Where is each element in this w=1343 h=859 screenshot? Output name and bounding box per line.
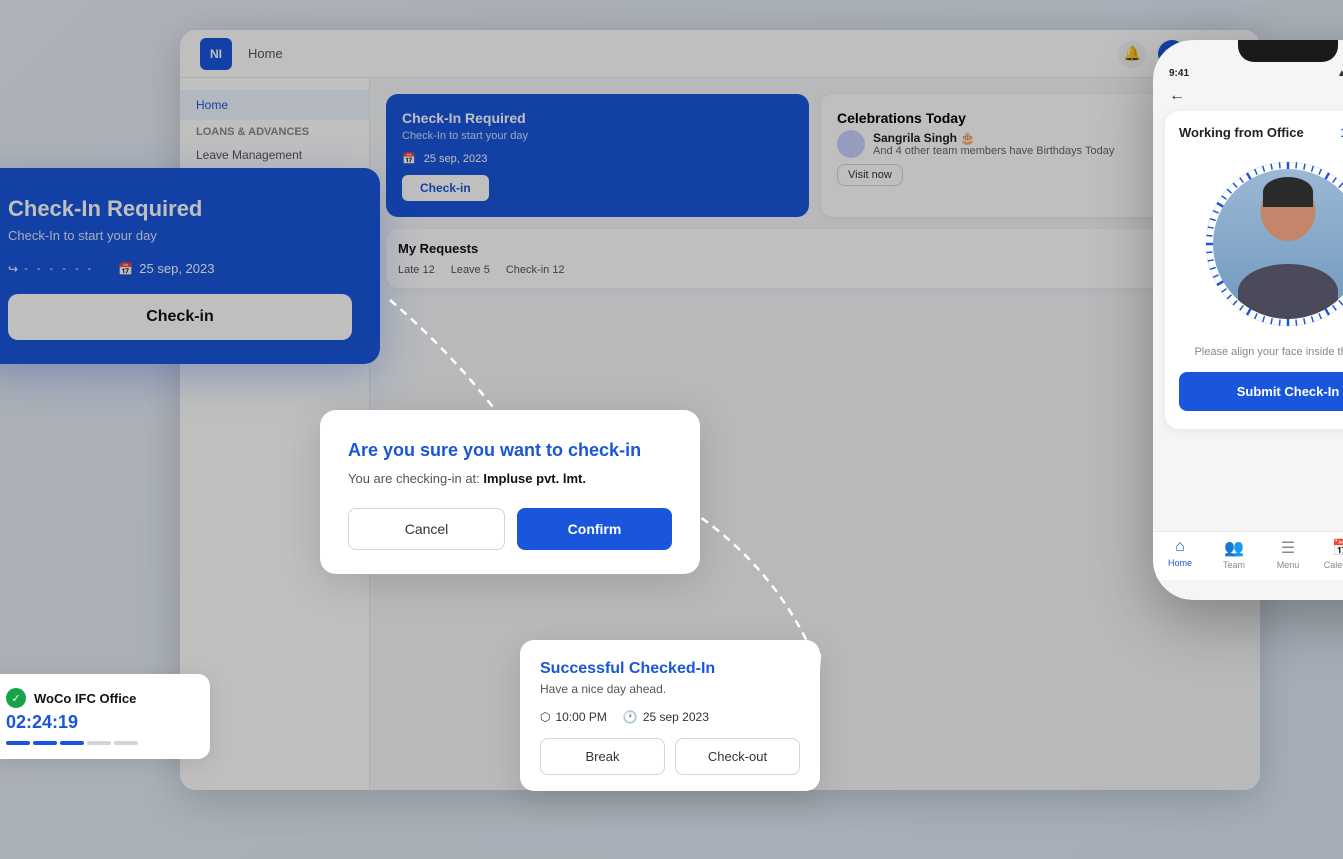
mobile-phone: 9:41 ▲▲▲ WiFi 🔋 ← Working from Office 10… bbox=[1153, 40, 1343, 600]
phone-notch bbox=[1238, 40, 1338, 62]
phone-nav-menu[interactable]: ☰ Menu bbox=[1261, 538, 1315, 570]
phone-header: ← bbox=[1153, 79, 1343, 111]
phone-nav-home[interactable]: ⌂ Home bbox=[1153, 538, 1207, 570]
face-circle-container bbox=[1198, 154, 1343, 334]
confirm-dialog: Are you sure you want to check-in You ar… bbox=[320, 410, 700, 574]
phone-screen: 9:41 ▲▲▲ WiFi 🔋 ← Working from Office 10… bbox=[1153, 40, 1343, 600]
phone-nav-calendar[interactable]: 📅 Calendar bbox=[1315, 538, 1343, 570]
submit-checkin-btn[interactable]: Submit Check-In bbox=[1179, 372, 1343, 411]
phone-bottom-nav: ⌂ Home 👥 Team ☰ Menu 📅 Calendar ⚙ Se bbox=[1153, 531, 1343, 580]
woco-office-card: ✓ WoCo IFC Office 02:24:19 bbox=[0, 674, 210, 759]
break-button[interactable]: Break bbox=[540, 738, 665, 775]
back-icon[interactable]: ← bbox=[1169, 87, 1185, 105]
confirm-button[interactable]: Confirm bbox=[517, 508, 672, 550]
checkout-button[interactable]: Check-out bbox=[675, 738, 800, 775]
progress-dots bbox=[6, 741, 194, 745]
cancel-button[interactable]: Cancel bbox=[348, 508, 505, 550]
success-card: Successful Checked-In Have a nice day ah… bbox=[520, 640, 820, 791]
phone-nav-team[interactable]: 👥 Team bbox=[1207, 538, 1261, 570]
phone-checkin-card: Working from Office 10:29 AM bbox=[1165, 111, 1343, 429]
woco-check-icon: ✓ bbox=[6, 688, 26, 708]
